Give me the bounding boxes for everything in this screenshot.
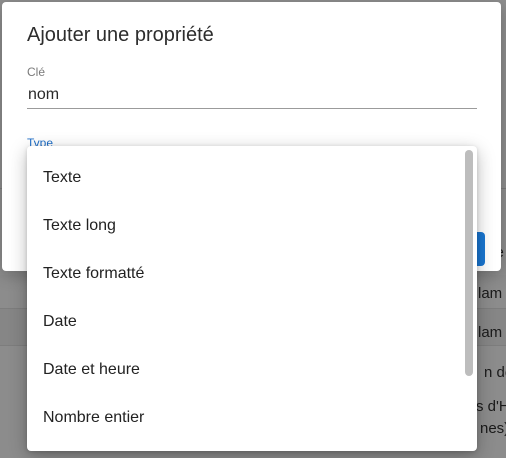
key-field-underline <box>27 108 477 109</box>
background-text: n de <box>484 364 506 381</box>
menu-item-texte-long[interactable]: Texte long <box>27 202 463 250</box>
type-select-menu: Texte Texte long Texte formatté Date Dat… <box>27 146 477 451</box>
menu-item-date[interactable]: Date <box>27 298 463 346</box>
background-text: nes) <box>480 420 506 437</box>
menu-item-nombre-entier[interactable]: Nombre entier <box>27 394 463 442</box>
menu-item-date-et-heure[interactable]: Date et heure <box>27 346 463 394</box>
menu-item-texte[interactable]: Texte <box>27 154 463 202</box>
background-text: lam <box>478 324 503 341</box>
key-field-input[interactable]: nom <box>28 86 59 104</box>
background-text: lam <box>478 285 503 302</box>
background-text: s d'H <box>476 398 506 415</box>
menu-scrollbar[interactable] <box>465 150 473 447</box>
key-field-label: Clé <box>27 65 46 79</box>
dialog-title: Ajouter une propriété <box>27 24 214 46</box>
menu-item-texte-formatte[interactable]: Texte formatté <box>27 250 463 298</box>
menu-scrollbar-thumb[interactable] <box>465 150 473 376</box>
